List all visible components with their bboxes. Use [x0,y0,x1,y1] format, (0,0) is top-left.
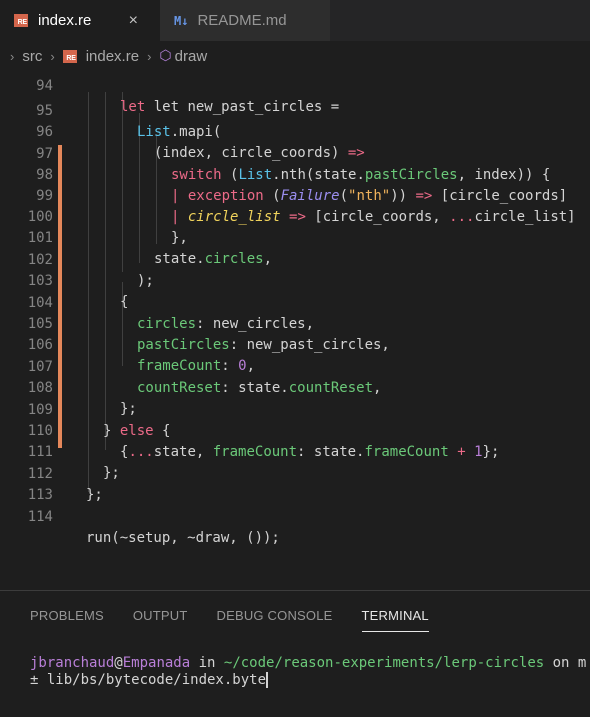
tab-readme-md[interactable]: M↓ README.md [160,0,330,41]
terminal-user: jbranchaud [30,655,115,671]
panel-tab-bar: PROBLEMS OUTPUT DEBUG CONSOLE TERMINAL [0,607,429,633]
tab-debug-console[interactable]: DEBUG CONSOLE [217,607,333,631]
terminal-command: ± lib/bs/bytecode/index.byte [30,672,267,688]
chevron-right-icon: › [50,48,55,64]
terminal-on: on m [544,655,587,671]
code-line: 111 }; [0,421,590,481]
code-line: 94 let let new_past_circles = [0,66,590,115]
tab-label: README.md [197,12,287,29]
line-code: run(~setup, ~draw, ()); [86,530,280,546]
code-line: 112 }; [0,443,590,503]
code-line: 106 frameCount: 0, [0,314,590,374]
breadcrumb-folder[interactable]: src [22,48,42,65]
code-line: 107 countReset: state.countReset, [0,336,590,396]
code-line: 102 ); [0,229,590,289]
code-line: 113 [0,464,590,503]
reason-file-icon: RE [14,14,28,27]
editor-tab-bar: RE index.re × M↓ README.md [0,0,590,41]
terminal-path: ~/code/reason-experiments/lerp-circles [223,655,545,671]
breadcrumb-symbol-label: draw [174,47,208,65]
code-line: 109 } else { [0,379,590,439]
terminal-in: in [190,655,224,671]
code-line: 114 run(~setup, ~draw, ()); [0,486,590,546]
reason-file-icon: RE [62,49,77,63]
code-line: 96 (index, circle_coords) => [0,101,590,161]
terminal-command-line[interactable]: ± lib/bs/bytecode/index.byte [30,670,269,690]
tab-terminal[interactable]: TERMINAL [361,607,429,632]
code-line: 100 }, [0,186,590,246]
breadcrumb-file[interactable]: RE index.re [62,47,140,65]
terminal-cursor [266,672,269,688]
breadcrumb-file-label: index.re [85,47,140,65]
code-line: 103 { [0,250,590,310]
code-line: 108 }; [0,357,590,417]
tab-label: index.re [38,12,92,29]
code-line: 99 | circle_list => [circle_coords, ...c… [0,165,590,225]
code-line: 98 | exception (Failure("nth")) => [circ… [0,144,590,204]
code-line: 104 circles: new_circles, [0,272,590,332]
close-icon[interactable]: × [129,12,138,30]
tab-index-re[interactable]: RE index.re × [0,0,160,41]
terminal-at: @ [114,655,123,671]
code-line: 101 state.circles, [0,207,590,267]
code-line: 97 switch (List.nth(state.pastCircles, i… [0,123,590,183]
tab-problems[interactable]: PROBLEMS [30,607,104,631]
tab-output[interactable]: OUTPUT [133,607,188,631]
markdown-file-icon: M↓ [174,13,189,28]
line-number: 114 [27,509,53,525]
method-icon: ⬡ [159,48,172,64]
code-editor[interactable]: 94 let let new_past_circles = 95 List.ma… [0,66,590,588]
terminal-host: Empanada [122,655,191,671]
breadcrumb-symbol[interactable]: ⬡ draw [159,48,207,65]
breadcrumb: › src › RE index.re › ⬡ draw [0,44,590,68]
chevron-right-icon: › [147,48,152,64]
bottom-panel: PROBLEMS OUTPUT DEBUG CONSOLE TERMINAL j… [0,590,590,717]
chevron-right-icon: › [10,48,15,64]
code-line: 110 {...state, frameCount: state.frameCo… [0,400,590,460]
code-line: 105 pastCircles: new_past_circles, [0,293,590,353]
code-line: 95 List.mapi( [0,80,590,140]
